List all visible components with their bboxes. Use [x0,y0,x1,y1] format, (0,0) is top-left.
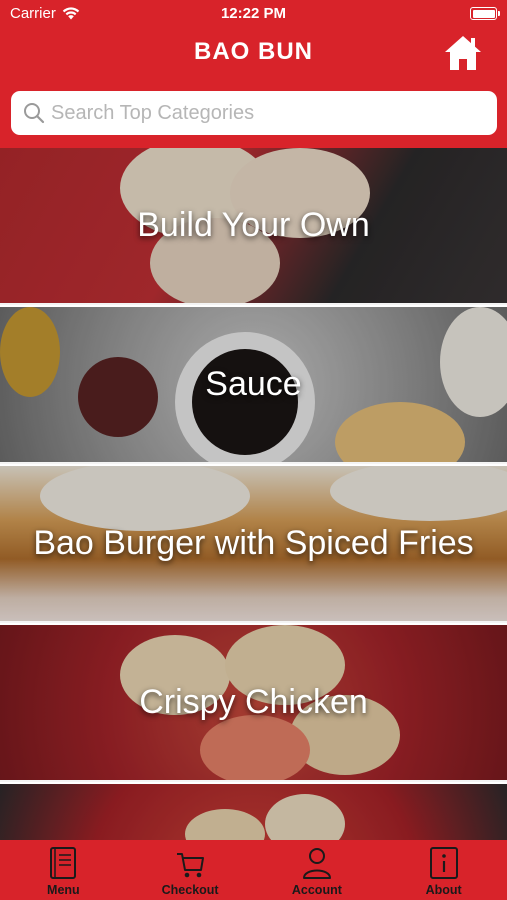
tab-menu[interactable]: Menu [0,840,127,900]
category-crispy-chicken[interactable]: Crispy Chicken [0,625,507,782]
info-icon [429,847,458,879]
search-icon [24,103,45,124]
tab-label: Checkout [161,883,219,897]
tab-checkout[interactable]: Checkout [127,840,254,900]
category-build-your-own[interactable]: Build Your Own [0,148,507,305]
category-label: Sauce [205,365,302,403]
category-list[interactable]: Build Your Own Sauce Bao Burger with Spi… [0,148,507,840]
category-sauce[interactable]: Sauce [0,307,507,464]
search-bar[interactable] [11,91,497,135]
tab-label: About [425,883,462,897]
category-label: Bao Burger with Spiced Fries [33,524,474,562]
menu-book-icon [50,847,77,879]
tab-label: Account [291,883,342,897]
app-header: BAO BUN [0,28,507,80]
category-label: Crispy Chicken [139,683,368,721]
home-icon[interactable] [443,34,483,72]
category-label: Build Your Own [137,206,370,244]
category-bao-burger[interactable]: Bao Burger with Spiced Fries [0,466,507,623]
category-item-5[interactable] [0,784,507,840]
battery-icon [470,7,500,20]
user-icon [302,848,331,879]
cart-icon [177,853,205,878]
tab-about[interactable]: About [380,840,507,900]
status-time: 12:22 PM [220,5,287,22]
search-input[interactable] [51,101,471,125]
tab-bar: Menu Checkout Account About [0,840,507,900]
app-title: BAO BUN [194,38,313,65]
status-bar: Carrier 12:22 PM [0,0,507,28]
tab-account[interactable]: Account [254,840,381,900]
tab-label: Menu [47,883,80,897]
